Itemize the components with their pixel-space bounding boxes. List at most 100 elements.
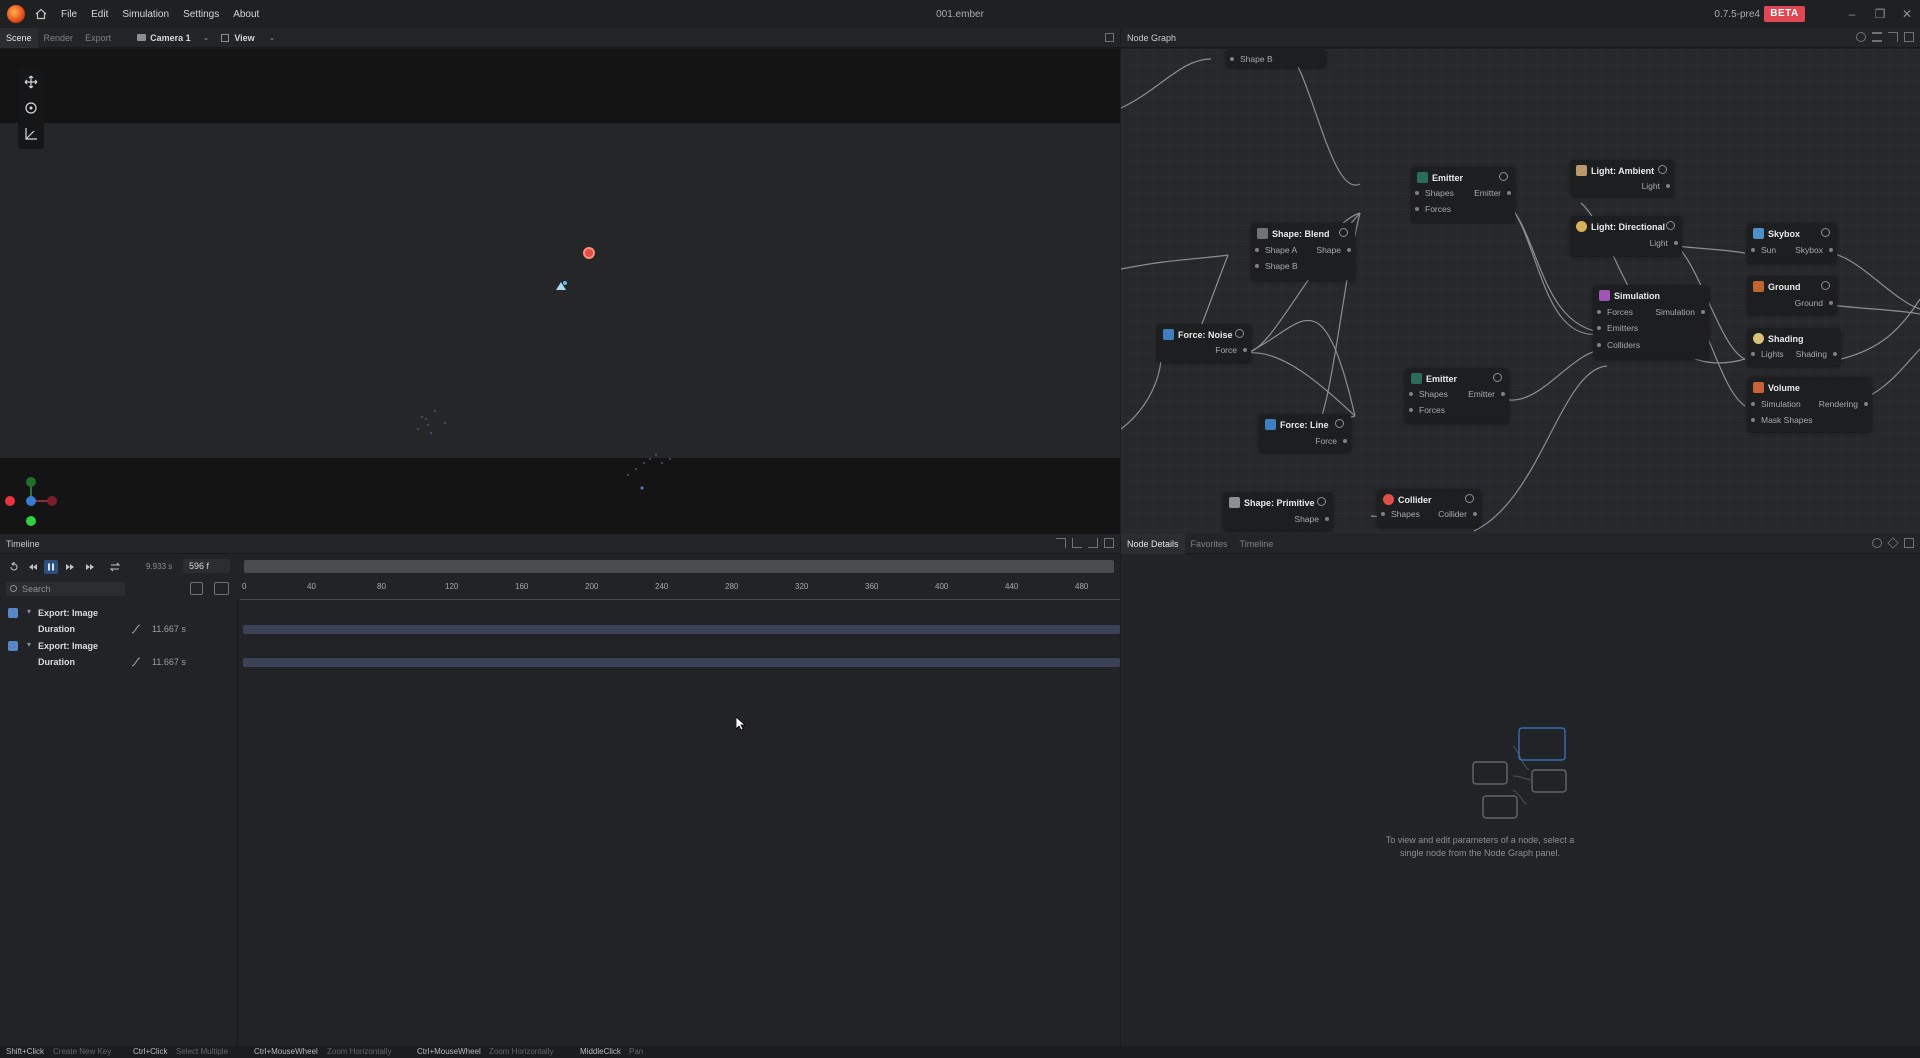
search-icon[interactable] <box>1872 538 1882 548</box>
track-group[interactable]: ▾ Export: Image <box>0 605 1120 621</box>
power-icon[interactable] <box>1658 165 1667 174</box>
port-dot[interactable] <box>1597 310 1601 314</box>
step-back-icon[interactable] <box>26 560 40 574</box>
port-dot[interactable] <box>1415 207 1419 211</box>
maximize-icon[interactable] <box>1904 32 1914 42</box>
track-row[interactable]: Duration 11.667 s <box>0 654 1120 670</box>
port-dot[interactable] <box>1409 408 1413 412</box>
maximize-icon[interactable] <box>1104 538 1114 548</box>
node-simulation[interactable]: Simulation Forces Emitters Colliders Sim… <box>1593 285 1709 359</box>
node-force-line[interactable]: Force: Line Force <box>1259 414 1351 452</box>
fit-icon[interactable] <box>1056 538 1066 548</box>
minimize-icon[interactable]: – <box>1844 6 1860 22</box>
node-force-noise[interactable]: Force: Noise Force <box>1157 324 1251 362</box>
port-dot[interactable] <box>1473 512 1477 516</box>
track-clip[interactable] <box>243 658 1120 667</box>
node-shape-partial[interactable]: Shape B <box>1226 49 1326 67</box>
track-group[interactable]: ▾ Export: Image <box>0 638 1120 654</box>
loop-icon[interactable] <box>108 560 122 574</box>
tab-scene[interactable]: Scene <box>0 27 38 48</box>
filter-icon[interactable] <box>190 582 203 595</box>
restore-icon[interactable]: ❐ <box>1872 6 1888 22</box>
port-dot[interactable] <box>1501 392 1505 396</box>
move-tool-icon[interactable] <box>21 72 41 92</box>
power-icon[interactable] <box>1666 221 1675 230</box>
port-dot[interactable] <box>1829 301 1833 305</box>
power-icon[interactable] <box>1465 494 1474 503</box>
port-dot[interactable] <box>1829 248 1833 252</box>
port-dot[interactable] <box>1343 439 1347 443</box>
light-gizmo-icon[interactable] <box>554 280 568 292</box>
pause-icon[interactable] <box>44 560 58 574</box>
skip-end-icon[interactable] <box>83 560 97 574</box>
scene-viewport[interactable] <box>0 49 1120 534</box>
tab-render[interactable]: Render <box>38 28 80 48</box>
collapse-icon[interactable] <box>1072 538 1082 548</box>
diamond-icon[interactable] <box>1887 537 1899 549</box>
collider-gizmo-icon[interactable] <box>583 247 595 259</box>
port-dot[interactable] <box>1381 512 1385 516</box>
node-graph-canvas[interactable]: Shape B Emitter Shapes Forces Emitter Li… <box>1121 49 1920 534</box>
rotate-tool-icon[interactable] <box>21 98 41 118</box>
tab-favorites[interactable]: Favorites <box>1185 534 1234 554</box>
scale-tool-icon[interactable] <box>21 124 41 144</box>
power-icon[interactable] <box>1339 228 1348 237</box>
maximize-icon[interactable] <box>1904 538 1914 548</box>
chevron-down-icon[interactable]: ⌄ <box>269 33 276 42</box>
track-value[interactable]: 11.667 s <box>152 657 186 667</box>
port-dot[interactable] <box>1415 191 1419 195</box>
node-collider[interactable]: Collider Shapes Collider <box>1377 489 1481 527</box>
menu-settings[interactable]: Settings <box>183 9 219 20</box>
port-dot[interactable] <box>1230 57 1234 61</box>
curve-icon[interactable] <box>131 657 141 667</box>
power-icon[interactable] <box>1821 281 1830 290</box>
camera-dropdown[interactable]: Camera 1 <box>150 33 191 43</box>
port-dot[interactable] <box>1751 418 1755 422</box>
home-icon[interactable] <box>35 8 47 20</box>
port-dot[interactable] <box>1751 402 1755 406</box>
node-emitter[interactable]: Emitter Shapes Forces Emitter <box>1411 167 1515 222</box>
tab-export[interactable]: Export <box>79 28 117 48</box>
port-dot[interactable] <box>1409 392 1413 396</box>
power-icon[interactable] <box>1493 373 1502 382</box>
node-emitter[interactable]: Emitter Shapes Forces Emitter <box>1405 368 1509 423</box>
track-row[interactable]: Duration 11.667 s <box>0 621 1120 637</box>
track-clip[interactable] <box>243 625 1120 634</box>
node-volume[interactable]: Volume Simulation Mask Shapes Rendering <box>1747 377 1872 432</box>
power-icon[interactable] <box>1317 497 1326 506</box>
node-skybox[interactable]: Skybox Sun Skybox <box>1747 223 1837 263</box>
node-shape-primitive[interactable]: Shape: Primitive Shape <box>1223 492 1333 530</box>
port-dot[interactable] <box>1243 348 1247 352</box>
list-icon[interactable] <box>1872 32 1882 42</box>
curve-icon[interactable] <box>131 624 141 634</box>
port-dot[interactable] <box>1255 248 1259 252</box>
port-dot[interactable] <box>1507 191 1511 195</box>
port-dot[interactable] <box>1597 326 1601 330</box>
port-dot[interactable] <box>1751 352 1755 356</box>
tab-timeline[interactable]: Timeline <box>1234 534 1280 554</box>
tab-node-details[interactable]: Node Details <box>1121 533 1185 554</box>
power-icon[interactable] <box>1335 419 1344 428</box>
expand-icon[interactable] <box>1888 32 1898 42</box>
timeline-ruler[interactable]: 0 40 80 120 160 200 240 280 320 360 400 … <box>240 582 1120 600</box>
menu-edit[interactable]: Edit <box>91 9 108 20</box>
port-dot[interactable] <box>1255 264 1259 268</box>
menu-file[interactable]: File <box>61 9 77 20</box>
node-ground[interactable]: Ground Ground <box>1747 276 1837 314</box>
node-shape-blend[interactable]: Shape: Blend Shape A Shape B Shape <box>1251 223 1355 280</box>
port-dot[interactable] <box>1597 343 1601 347</box>
port-dot[interactable] <box>1666 184 1670 188</box>
node-shading[interactable]: Shading Lights Shading <box>1747 328 1841 366</box>
port-dot[interactable] <box>1833 352 1837 356</box>
port-dot[interactable] <box>1701 310 1705 314</box>
menu-simulation[interactable]: Simulation <box>122 9 169 20</box>
port-dot[interactable] <box>1347 248 1351 252</box>
chevron-down-icon[interactable]: ▾ <box>27 640 31 649</box>
view-dropdown[interactable]: View <box>234 33 254 43</box>
add-key-icon[interactable] <box>214 582 229 595</box>
search-icon[interactable] <box>1856 32 1866 42</box>
scrub-bar[interactable] <box>244 560 1114 573</box>
maximize-icon[interactable] <box>1105 33 1114 42</box>
step-forward-icon[interactable] <box>63 560 77 574</box>
reset-icon[interactable] <box>7 560 21 574</box>
